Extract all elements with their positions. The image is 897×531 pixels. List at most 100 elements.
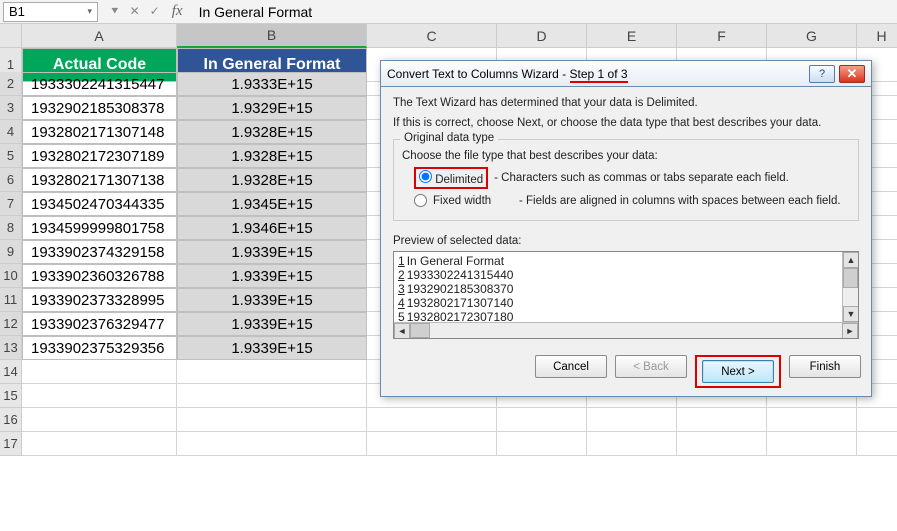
row-head-10[interactable]: 10: [0, 264, 22, 288]
cell-b2[interactable]: 1.9333E+15: [177, 72, 367, 96]
col-head-F[interactable]: F: [677, 24, 767, 48]
dropdown-icon[interactable]: ⯆: [110, 4, 120, 19]
delimited-label: Delimited: [435, 174, 483, 186]
cell[interactable]: [497, 408, 587, 432]
row-head-9[interactable]: 9: [0, 240, 22, 264]
scroll-right-icon[interactable]: ►: [842, 323, 858, 339]
formula-value[interactable]: In General Format: [191, 4, 313, 20]
cell[interactable]: [587, 408, 677, 432]
text-to-columns-wizard: Convert Text to Columns Wizard - Step 1 …: [380, 60, 872, 397]
col-head-A[interactable]: A: [22, 24, 177, 48]
cell-a8[interactable]: 1934599999801758: [22, 216, 177, 240]
cell-a4[interactable]: 1932802171307148: [22, 120, 177, 144]
next-button[interactable]: Next >: [702, 360, 774, 383]
cell-a14[interactable]: [22, 360, 177, 384]
delimited-radio-highlight: Delimited: [414, 167, 488, 189]
formula-bar: B1 ⯆ ✕ ✓ fx In General Format: [0, 0, 897, 24]
cell-a5[interactable]: 1932802172307189: [22, 144, 177, 168]
fixed-width-radio[interactable]: [414, 194, 427, 207]
finish-button[interactable]: Finish: [789, 355, 861, 378]
col-head-D[interactable]: D: [497, 24, 587, 48]
cell[interactable]: [497, 432, 587, 456]
preview-line: 31932902185308370: [398, 282, 854, 296]
col-head-E[interactable]: E: [587, 24, 677, 48]
row-head-17[interactable]: 17: [0, 432, 22, 456]
cell-b3[interactable]: 1.9329E+15: [177, 96, 367, 120]
cell[interactable]: [367, 432, 497, 456]
cell-b16[interactable]: [177, 408, 367, 432]
row-head-6[interactable]: 6: [0, 168, 22, 192]
cancel-button[interactable]: Cancel: [535, 355, 607, 378]
scroll-down-icon[interactable]: ▼: [843, 306, 859, 322]
scroll-thumb-h[interactable]: [410, 323, 430, 338]
fx-icon[interactable]: fx: [172, 3, 191, 20]
cell-a6[interactable]: 1932802171307138: [22, 168, 177, 192]
row-head-5[interactable]: 5: [0, 144, 22, 168]
delimited-radio[interactable]: [419, 170, 432, 183]
row-head-11[interactable]: 11: [0, 288, 22, 312]
row-head-3[interactable]: 3: [0, 96, 22, 120]
col-head-C[interactable]: C: [367, 24, 497, 48]
cell-b6[interactable]: 1.9328E+15: [177, 168, 367, 192]
cell-a13[interactable]: 1933902375329356: [22, 336, 177, 360]
formula-bar-icons: ⯆ ✕ ✓: [98, 4, 172, 19]
fixed-width-desc: - Fields are aligned in columns with spa…: [519, 195, 841, 207]
cell-b10[interactable]: 1.9339E+15: [177, 264, 367, 288]
cell-b9[interactable]: 1.9339E+15: [177, 240, 367, 264]
preview-hscroll[interactable]: ◄ ►: [394, 322, 858, 338]
cell[interactable]: [767, 408, 857, 432]
row-head-8[interactable]: 8: [0, 216, 22, 240]
cell-a17[interactable]: [22, 432, 177, 456]
row-head-16[interactable]: 16: [0, 408, 22, 432]
preview-vscroll[interactable]: ▲ ▼: [842, 252, 858, 322]
cell-a2[interactable]: 1933302241315447: [22, 72, 177, 96]
cell[interactable]: [767, 432, 857, 456]
cell-b14[interactable]: [177, 360, 367, 384]
scroll-thumb[interactable]: [843, 268, 858, 288]
cell[interactable]: [367, 408, 497, 432]
cell-a9[interactable]: 1933902374329158: [22, 240, 177, 264]
row-head-13[interactable]: 13: [0, 336, 22, 360]
cell-a10[interactable]: 1933902360326788: [22, 264, 177, 288]
dialog-title: Convert Text to Columns Wizard - Step 1 …: [387, 67, 628, 81]
cell-b7[interactable]: 1.9345E+15: [177, 192, 367, 216]
close-button[interactable]: ✕: [839, 65, 865, 83]
cell[interactable]: [587, 432, 677, 456]
cell-b5[interactable]: 1.9328E+15: [177, 144, 367, 168]
cell[interactable]: [857, 408, 897, 432]
name-box-value: B1: [9, 4, 25, 19]
cell-b15[interactable]: [177, 384, 367, 408]
col-head-G[interactable]: G: [767, 24, 857, 48]
row-head-14[interactable]: 14: [0, 360, 22, 384]
cell-a15[interactable]: [22, 384, 177, 408]
cell-b8[interactable]: 1.9346E+15: [177, 216, 367, 240]
dialog-buttons: Cancel < Back Next > Finish: [381, 347, 871, 396]
cell-a12[interactable]: 1933902376329477: [22, 312, 177, 336]
group-label: Original data type: [400, 132, 498, 144]
col-head-H[interactable]: H: [857, 24, 897, 48]
scroll-up-icon[interactable]: ▲: [843, 252, 859, 268]
cell-a7[interactable]: 1934502470344335: [22, 192, 177, 216]
cell-b4[interactable]: 1.9328E+15: [177, 120, 367, 144]
dialog-titlebar[interactable]: Convert Text to Columns Wizard - Step 1 …: [381, 61, 871, 87]
cell-b12[interactable]: 1.9339E+15: [177, 312, 367, 336]
cell-b17[interactable]: [177, 432, 367, 456]
row-head-12[interactable]: 12: [0, 312, 22, 336]
row-head-7[interactable]: 7: [0, 192, 22, 216]
name-box[interactable]: B1: [3, 2, 98, 22]
scroll-left-icon[interactable]: ◄: [394, 323, 410, 339]
cell-b11[interactable]: 1.9339E+15: [177, 288, 367, 312]
row-head-4[interactable]: 4: [0, 120, 22, 144]
cell[interactable]: [677, 408, 767, 432]
cell-a16[interactable]: [22, 408, 177, 432]
help-button[interactable]: ?: [809, 65, 835, 83]
row-head-15[interactable]: 15: [0, 384, 22, 408]
cell-b13[interactable]: 1.9339E+15: [177, 336, 367, 360]
cell-a3[interactable]: 1932902185308378: [22, 96, 177, 120]
cell[interactable]: [677, 432, 767, 456]
cell-a11[interactable]: 1933902373328995: [22, 288, 177, 312]
row-head-2[interactable]: 2: [0, 72, 22, 96]
col-head-B[interactable]: B: [177, 24, 367, 48]
cell[interactable]: [857, 432, 897, 456]
select-all-corner[interactable]: [0, 24, 22, 48]
